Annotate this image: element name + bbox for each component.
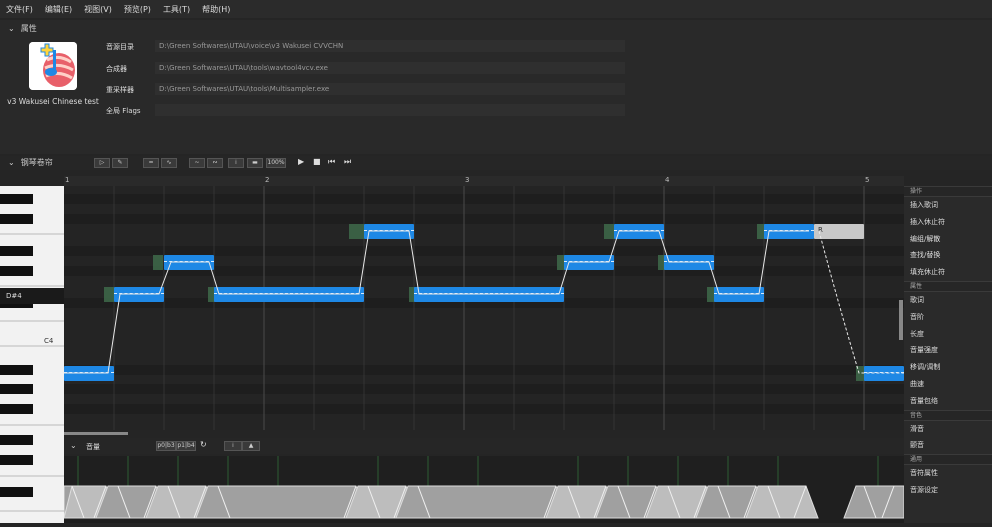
side-item-pitch[interactable]: 音阶 xyxy=(904,309,992,326)
side-item-insert-lyrics[interactable]: 插入歌词 xyxy=(904,197,992,214)
side-item-vibrato[interactable]: 颤音 xyxy=(904,437,992,454)
pianoroll-toolbar: ⌄ 钢琴卷帘 ▷ ✎ ≃ ∿ ~ ∾ ⁞ ▬ 100% ▶ ■ ⏮ ⏭ xyxy=(0,156,992,170)
measure-2: 2 xyxy=(265,176,270,184)
wavtool-label: 合成器 xyxy=(106,65,127,73)
properties-header[interactable]: ⌄ 属性 xyxy=(8,23,37,34)
menu-view[interactable]: 视图(V) xyxy=(78,4,118,15)
side-item-insert-rest[interactable]: 插入休止符 xyxy=(904,214,992,231)
show-tips-button[interactable]: ⁞ xyxy=(228,158,244,168)
zoom-label[interactable]: 100% xyxy=(266,158,286,168)
chevron-down-icon: ⌄ xyxy=(8,158,15,167)
volume-param-button[interactable]: p1|b4 xyxy=(176,441,196,451)
measure-4: 4 xyxy=(665,176,670,184)
menu-file[interactable]: 文件(F) xyxy=(0,4,39,15)
play-icon[interactable]: ▶ xyxy=(298,157,304,166)
side-item-find-replace[interactable]: 查找/替换 xyxy=(904,247,992,264)
pianoroll-title: 钢琴卷帘 xyxy=(20,158,53,167)
pencil-tool-button[interactable]: ✎ xyxy=(112,158,128,168)
stop-icon[interactable]: ■ xyxy=(313,157,321,166)
properties-panel: ⌄ 属性 v3 Wakusei Chinese test 音源目录 D:\Gre… xyxy=(0,20,992,154)
side-item-portamento[interactable]: 滑音 xyxy=(904,421,992,438)
voice-dir-label: 音源目录 xyxy=(106,43,134,51)
show-waveform-button[interactable]: ▬ xyxy=(247,158,263,168)
measure-3: 3 xyxy=(465,176,470,184)
pitch-curve-button[interactable]: ∿ xyxy=(161,158,177,168)
side-item-modulation[interactable]: 移调/调制 xyxy=(904,359,992,376)
volume-envelope-area[interactable] xyxy=(63,456,905,523)
singer-avatar[interactable] xyxy=(29,42,77,90)
chevron-down-icon[interactable]: ⌄ xyxy=(70,441,77,450)
group-header-properties: 属性 xyxy=(904,280,992,292)
side-item-note-properties[interactable]: 音符属性 xyxy=(904,465,992,482)
global-flags-label: 全局 Flags xyxy=(106,107,141,115)
envelope-mode-button[interactable]: ⁞ xyxy=(224,441,242,451)
volume-title: 音量 xyxy=(86,443,100,451)
group-header-operations: 操作 xyxy=(904,186,992,197)
pianoroll-header[interactable]: ⌄ 钢琴卷帘 xyxy=(8,157,53,168)
properties-title: 属性 xyxy=(20,24,37,33)
show-pitch-button[interactable]: ~ xyxy=(189,158,205,168)
skip-back-icon[interactable]: ⏮ xyxy=(328,157,335,167)
measure-5: 5 xyxy=(865,176,870,184)
measure-ruler[interactable]: 1 2 3 4 5 xyxy=(64,176,904,186)
side-item-length[interactable]: 长度 xyxy=(904,326,992,343)
piano-roll-grid[interactable]: R xyxy=(64,186,904,430)
menu-tools[interactable]: 工具(T) xyxy=(157,4,196,15)
show-vibrato-button[interactable]: ∾ xyxy=(207,158,223,168)
refresh-icon[interactable]: ↻ xyxy=(200,440,207,449)
resampler-label: 重采样器 xyxy=(106,86,134,94)
singer-logo-icon xyxy=(29,42,77,90)
volume-panel-header: ⌄ 音量 p0|b3 p1|b4 ↻ ⁞ ▲ xyxy=(64,438,904,454)
side-item-envelope[interactable]: 音量包络 xyxy=(904,393,992,410)
side-panel: 操作 插入歌词 插入休止符 编组/解散 查找/替换 填充休止符 属性 歌词 音阶… xyxy=(904,186,992,523)
singer-name: v3 Wakusei Chinese test xyxy=(7,97,99,106)
menu-help[interactable]: 帮助(H) xyxy=(196,4,236,15)
voice-dir-field[interactable]: D:\Green Softwares\UTAU\voice\v3 Wakusei… xyxy=(155,40,625,52)
menu-bar: 文件(F) 编辑(E) 视图(V) 预览(P) 工具(T) 帮助(H) xyxy=(0,0,992,18)
chevron-down-icon: ⌄ xyxy=(8,24,15,33)
group-header-timbre: 音色 xyxy=(904,409,992,421)
snap-button[interactable]: ≃ xyxy=(143,158,159,168)
global-flags-field[interactable] xyxy=(155,104,625,116)
side-item-lyrics[interactable]: 歌词 xyxy=(904,292,992,309)
envelope-shape-button[interactable]: ▲ xyxy=(242,441,260,451)
group-header-general: 通用 xyxy=(904,454,992,466)
horizontal-scroll-thumb[interactable] xyxy=(64,432,128,435)
pitch-curve xyxy=(64,230,904,374)
wavtool-field[interactable]: D:\Green Softwares\UTAU\tools\wavtool4vc… xyxy=(155,62,625,74)
side-item-tempo[interactable]: 曲速 xyxy=(904,376,992,393)
resampler-field[interactable]: D:\Green Softwares\UTAU\tools\Multisampl… xyxy=(155,83,625,95)
piano-keyboard[interactable]: D#4 C4 xyxy=(0,186,64,523)
side-item-intensity[interactable]: 音量强度 xyxy=(904,342,992,359)
measure-1: 1 xyxy=(65,176,70,184)
volume-envelopes xyxy=(63,456,905,519)
menu-edit[interactable]: 编辑(E) xyxy=(39,4,78,15)
side-item-voicebank-settings[interactable]: 音源设定 xyxy=(904,482,992,499)
skip-forward-icon[interactable]: ⏭ xyxy=(344,157,351,167)
menu-preview[interactable]: 预览(P) xyxy=(118,4,157,15)
select-tool-button[interactable]: ▷ xyxy=(94,158,110,168)
white-key-lines xyxy=(0,233,64,512)
side-item-group[interactable]: 编组/解散 xyxy=(904,231,992,248)
volume-param-button[interactable]: p0|b3 xyxy=(156,441,176,451)
side-item-fill-rest[interactable]: 填充休止符 xyxy=(904,264,992,281)
vertical-scroll-thumb[interactable] xyxy=(899,300,903,340)
